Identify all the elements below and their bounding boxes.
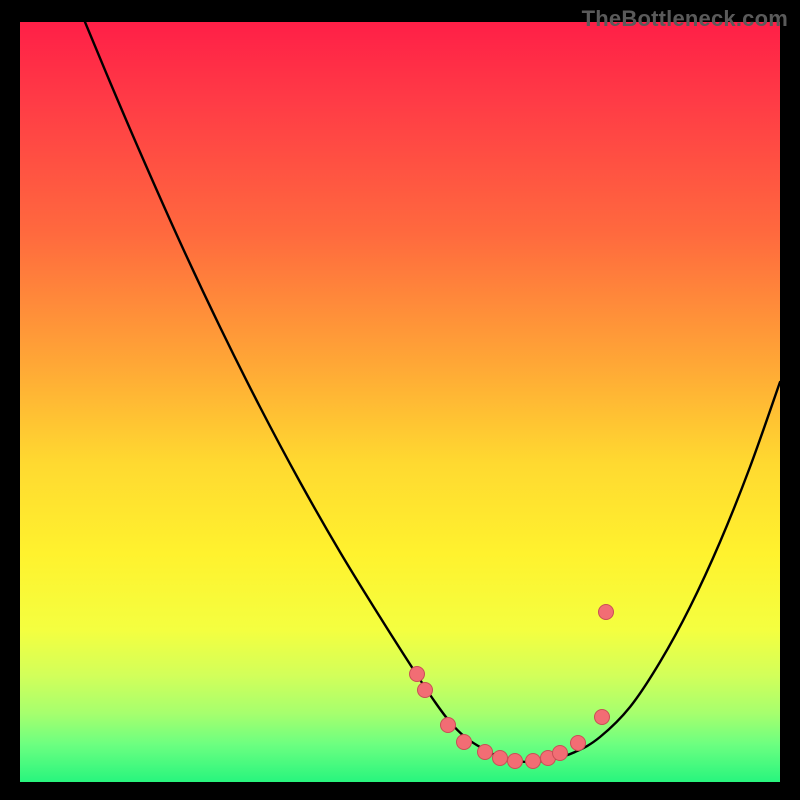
scatter-point [526, 754, 541, 769]
scatter-point [493, 751, 508, 766]
scatter-point [571, 736, 586, 751]
scatter-point [595, 710, 610, 725]
scatter-point [508, 754, 523, 769]
scatter-point [478, 745, 493, 760]
plot-inner [20, 22, 780, 782]
scatter-point [441, 718, 456, 733]
scatter-point [553, 746, 568, 761]
scatter-point [410, 667, 425, 682]
chart-svg [20, 22, 780, 782]
chart-frame: TheBottleneck.com [0, 0, 800, 800]
scatter-points [410, 605, 614, 769]
scatter-point [457, 735, 472, 750]
bottleneck-curve [85, 22, 780, 762]
watermark-label: TheBottleneck.com [582, 6, 788, 32]
scatter-point [418, 683, 433, 698]
plot-area [20, 22, 780, 782]
scatter-point [599, 605, 614, 620]
